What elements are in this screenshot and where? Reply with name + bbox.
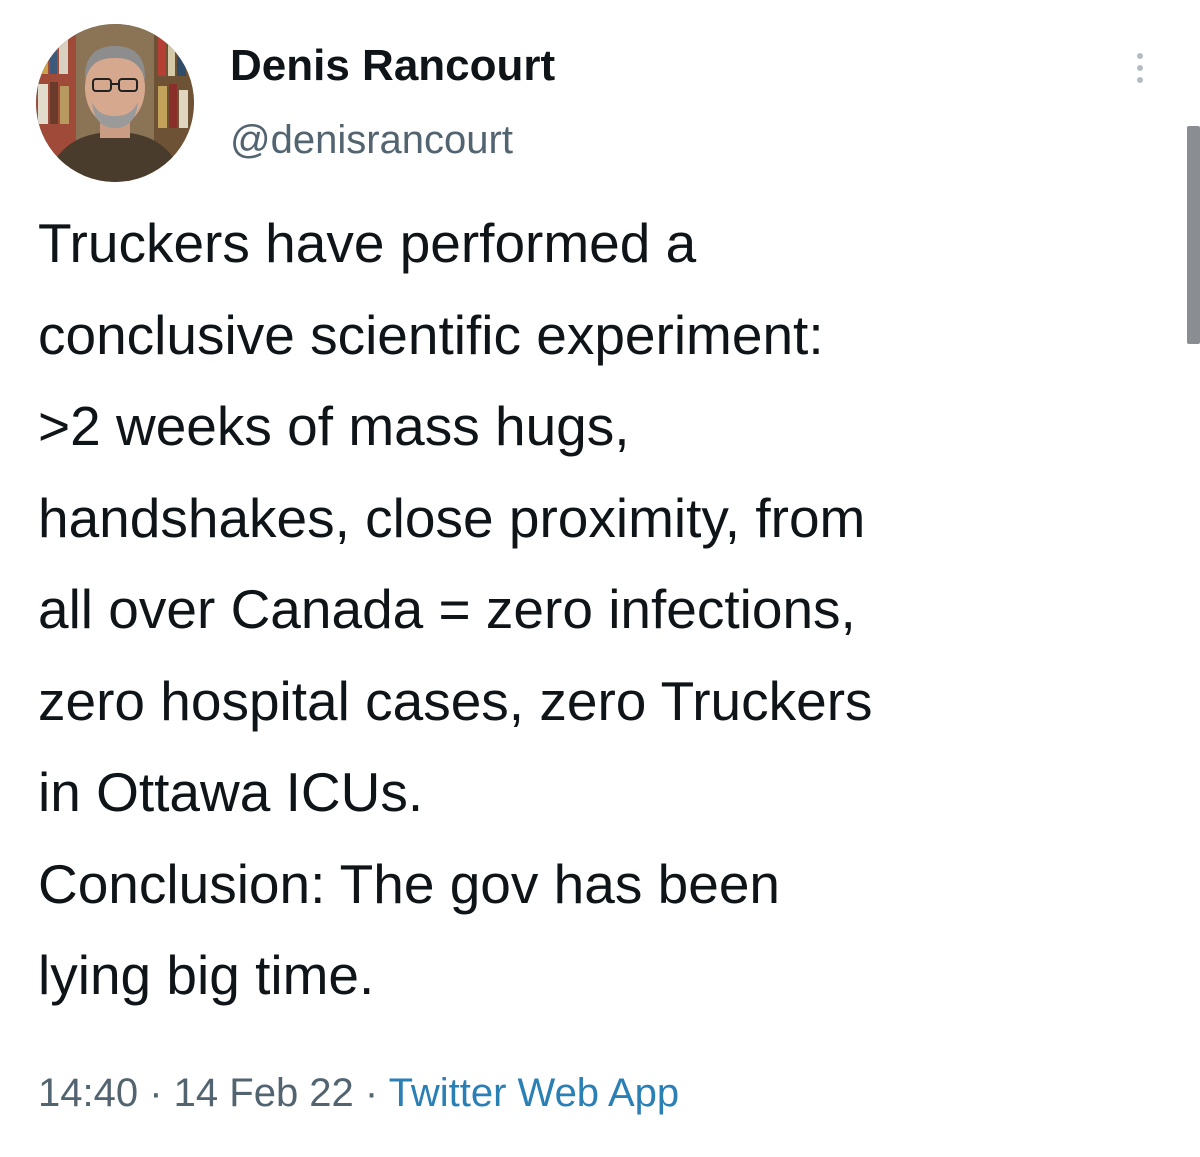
tweet-text-line: conclusive scientific experiment: (38, 303, 824, 366)
display-name[interactable]: Denis Rancourt (230, 38, 555, 94)
tweet-text-line: >2 weeks of mass hugs, (38, 395, 630, 457)
tweet-date[interactable]: 14 Feb 22 (174, 1071, 354, 1115)
scrollbar[interactable] (1187, 126, 1200, 344)
more-options-button[interactable] (1120, 38, 1160, 98)
meta-separator: · (138, 1071, 174, 1115)
handle[interactable]: @denisrancourt (230, 114, 513, 166)
tweet-text: Truckers have performed a conclusive sci… (38, 198, 1178, 1022)
tweet-text-line: zero hospital cases, zero Truckers (38, 669, 873, 732)
tweet-source-link[interactable]: Twitter Web App (389, 1071, 680, 1115)
tweet: Denis Rancourt @denisrancourt Truckers h… (0, 0, 1200, 1157)
tweet-text-line: handshakes, close proximity, from (38, 486, 866, 549)
tweet-time[interactable]: 14:40 (38, 1071, 138, 1115)
tweet-text-line: Conclusion: The gov has been (38, 852, 780, 915)
more-vertical-icon-dot (1137, 77, 1143, 83)
meta-separator: · (353, 1071, 389, 1115)
more-vertical-icon-dot (1137, 65, 1143, 71)
tweet-meta: 14:40 · 14 Feb 22 · Twitter Web App (38, 1065, 679, 1121)
avatar-photo (36, 24, 194, 182)
tweet-text-line: all over Canada = zero infections, (38, 578, 856, 640)
tweet-text-line: lying big time. (38, 944, 375, 1006)
tweet-text-line: Truckers have performed a (38, 212, 697, 274)
avatar[interactable] (36, 24, 194, 182)
tweet-text-line: in Ottawa ICUs. (38, 761, 424, 823)
more-vertical-icon (1137, 53, 1143, 59)
